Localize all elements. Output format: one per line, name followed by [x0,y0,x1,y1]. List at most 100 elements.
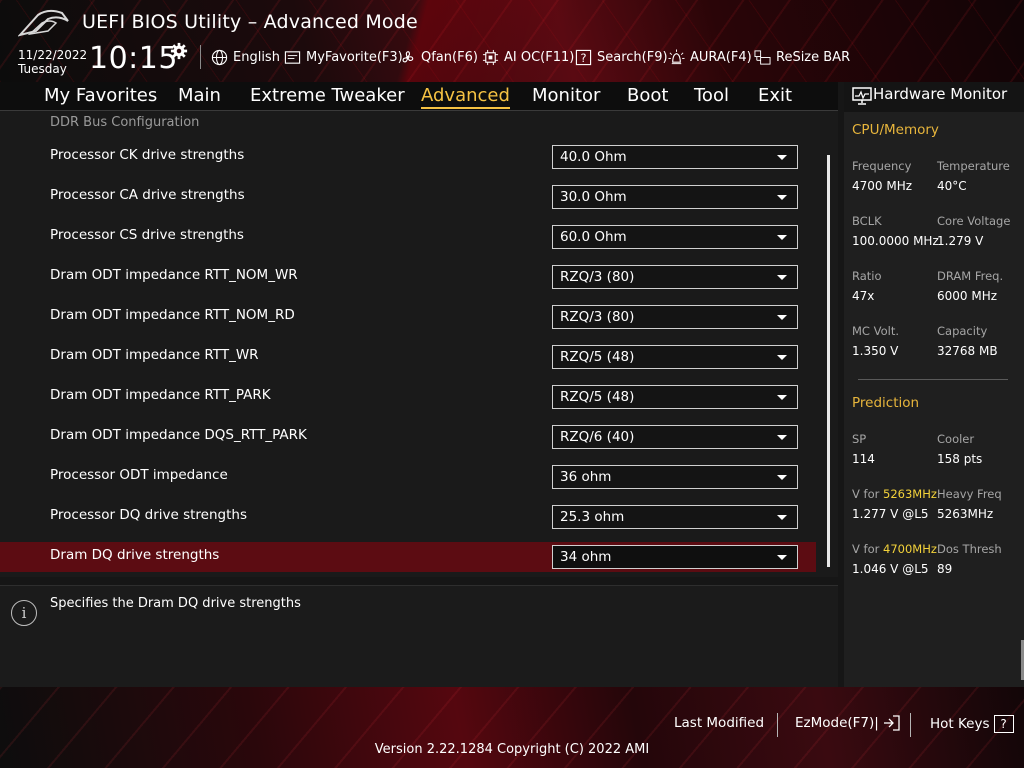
dropdown-value: RZQ/3 (80) [560,269,635,285]
capacity-label: Capacity [937,324,988,338]
setting-label: Dram ODT impedance RTT_NOM_RD [50,307,295,323]
aura-button[interactable]: AURA(F4) [668,48,752,66]
caret-down-icon [777,275,787,280]
setting-dropdown[interactable]: RZQ/3 (80) [552,305,798,329]
dropdown-value: 34 ohm [560,549,612,565]
core-voltage-value: 1.279 V [937,234,984,248]
setting-row[interactable]: Processor CS drive strengths 60.0 Ohm [0,222,816,252]
search-button[interactable]: ? Search(F9) [575,48,668,66]
menu-tool[interactable]: Tool [694,85,729,106]
ezmode-button[interactable]: EzMode(F7)| [795,715,901,731]
setting-row[interactable]: Processor DQ drive strengths 25.3 ohm [0,502,816,532]
menu-main[interactable]: Main [178,85,221,106]
aioc-label: AI OC(F11) [504,49,575,65]
gear-icon[interactable] [170,42,188,60]
menu-extreme-tweaker[interactable]: Extreme Tweaker [250,85,405,106]
setting-row-selected[interactable]: Dram DQ drive strengths 34 ohm [0,542,816,572]
v-for-dos-label: V for 4700MHz [852,542,937,556]
setting-dropdown[interactable]: RZQ/5 (48) [552,345,798,369]
frequency-label: Frequency [852,159,912,173]
setting-dropdown[interactable]: RZQ/5 (48) [552,385,798,409]
aura-label: AURA(F4) [690,49,752,65]
caret-down-icon [777,435,787,440]
dropdown-value: 40.0 Ohm [560,149,627,165]
section-title: DDR Bus Configuration [50,115,200,130]
v-for-dos-value: 1.046 V @L5 [852,562,929,576]
sp-label: SP [852,432,867,446]
frequency-value: 4700 MHz [852,179,913,193]
myfavorite-label: MyFavorite(F3) [306,49,403,65]
aura-icon [668,48,685,64]
mc-volt-value: 1.350 V [852,344,899,358]
last-modified-label: Last Modified [674,715,765,731]
resizebar-icon [754,49,771,65]
info-icon: i [11,600,37,626]
menu-advanced[interactable]: Advanced [421,85,510,109]
caret-down-icon [777,475,787,480]
caret-down-icon [777,395,787,400]
bclk-label: BCLK [852,214,882,228]
v-for-heavy-value: 1.277 V @L5 [852,507,929,521]
language-button[interactable]: English [211,48,280,66]
setting-label: Processor CS drive strengths [50,227,244,243]
cpu-memory-section-title: CPU/Memory [852,122,939,138]
setting-label: Processor DQ drive strengths [50,507,247,523]
core-voltage-label: Core Voltage [937,214,1011,228]
dram-freq-value: 6000 MHz [937,289,998,303]
qfan-button[interactable]: Qfan(F6) [399,48,478,66]
search-icon: ? [575,49,592,65]
heavy-freq-value: 5263MHz [937,507,994,521]
setting-dropdown[interactable]: 60.0 Ohm [552,225,798,249]
monitor-icon [852,87,872,105]
setting-row[interactable]: Dram ODT impedance RTT_PARK RZQ/5 (48) [0,382,816,412]
search-label: Search(F9) [597,49,668,65]
setting-dropdown[interactable]: 25.3 ohm [552,505,798,529]
language-label: English [233,49,280,65]
setting-dropdown[interactable]: 40.0 Ohm [552,145,798,169]
version-text: Version 2.22.1284 Copyright (C) 2022 AMI [374,742,650,757]
svg-text:?: ? [580,50,586,64]
fan-icon [402,50,414,62]
setting-label: Processor CA drive strengths [50,187,245,203]
setting-label: Dram ODT impedance DQS_RTT_PARK [50,427,307,443]
setting-row[interactable]: Processor ODT impedance 36 ohm [0,462,816,492]
cooler-label: Cooler [937,432,975,446]
menu-exit[interactable]: Exit [758,85,792,106]
caret-down-icon [777,155,787,160]
exit-icon [883,715,900,731]
resizebar-button[interactable]: ReSize BAR [754,48,850,66]
setting-dropdown[interactable]: RZQ/3 (80) [552,265,798,289]
setting-row[interactable]: Processor CK drive strengths 40.0 Ohm [0,142,816,172]
myfavorite-button[interactable]: MyFavorite(F3) [284,48,403,66]
last-modified-button[interactable]: Last Modified [674,715,764,731]
setting-dropdown[interactable]: 30.0 Ohm [552,185,798,209]
hot-keys-button[interactable]: Hot Keys ? [930,715,1014,733]
dropdown-value: RZQ/5 (48) [560,349,635,365]
scrollbar[interactable] [827,155,830,567]
dropdown-value: RZQ/3 (80) [560,309,635,325]
settings-panel: DDR Bus Configuration Processor CK drive… [0,111,838,577]
setting-dropdown[interactable]: 36 ohm [552,465,798,489]
qfan-label: Qfan(F6) [421,49,478,65]
capacity-value: 32768 MB [937,344,998,358]
setting-row[interactable]: Dram ODT impedance RTT_WR RZQ/5 (48) [0,342,816,372]
globe-icon [211,49,228,65]
setting-label: Dram ODT impedance RTT_PARK [50,387,271,403]
setting-row[interactable]: Dram ODT impedance RTT_NOM_RD RZQ/3 (80) [0,302,816,332]
hw-divider [858,379,1008,380]
menu-my-favorites[interactable]: My Favorites [44,85,157,106]
caret-down-icon [777,235,787,240]
setting-row[interactable]: Dram ODT impedance DQS_RTT_PARK RZQ/6 (4… [0,422,816,452]
setting-dropdown[interactable]: RZQ/6 (40) [552,425,798,449]
setting-row[interactable]: Dram ODT impedance RTT_NOM_WR RZQ/3 (80) [0,262,816,292]
dos-thresh-label: Dos Thresh [937,542,1002,556]
aioc-button[interactable]: AI OC(F11) [482,48,574,66]
menu-monitor[interactable]: Monitor [532,85,600,106]
ratio-label: Ratio [852,269,882,283]
menu-boot[interactable]: Boot [627,85,668,106]
setting-dropdown[interactable]: 34 ohm [552,545,798,569]
setting-row[interactable]: Processor CA drive strengths 30.0 Ohm [0,182,816,212]
aioc-icon [482,49,499,65]
rog-logo [18,9,69,37]
v-for-prefix: V for [852,542,883,556]
